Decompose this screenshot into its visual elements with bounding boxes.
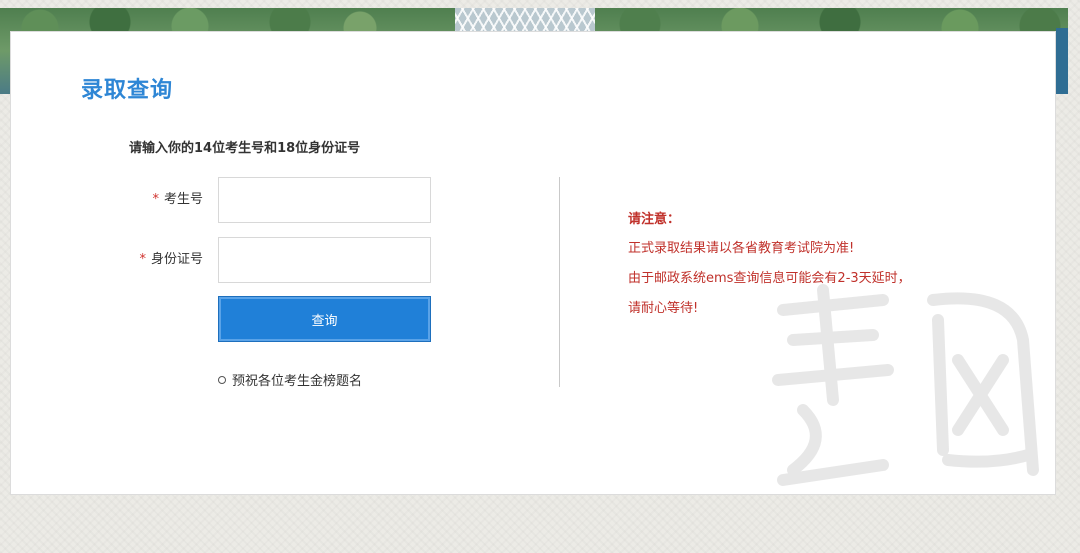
- required-mark: *: [152, 192, 159, 207]
- required-mark: *: [139, 252, 146, 267]
- calligraphy-watermark-icon: [772, 284, 1039, 486]
- id-number-input[interactable]: [218, 237, 431, 283]
- page-title: 录取查询: [81, 78, 174, 103]
- notice-line: 正式录取结果请以各省教育考试院为准!: [628, 241, 855, 256]
- banner-edge: [1056, 28, 1068, 94]
- id-number-label-text: 身份证号: [150, 252, 203, 267]
- circle-bullet-icon: [218, 376, 226, 384]
- query-button[interactable]: 查询: [218, 296, 431, 342]
- vertical-divider: [559, 177, 560, 387]
- exam-number-input[interactable]: [218, 177, 431, 223]
- wish-text: 预祝各位考生金榜题名: [218, 370, 362, 389]
- id-number-label: * 身份证号: [139, 248, 203, 267]
- wish-label: 预祝各位考生金榜题名: [232, 374, 363, 389]
- notice-heading: 请注意：: [628, 212, 681, 227]
- instruction-text: 请输入你的14位考生号和18位身份证号: [129, 141, 361, 156]
- exam-number-label: * 考生号: [152, 188, 203, 207]
- exam-number-label-text: 考生号: [163, 192, 203, 207]
- query-card: 录取查询 请输入你的14位考生号和18位身份证号 * 考生号 * 身份证号 查询 预…: [10, 31, 1056, 495]
